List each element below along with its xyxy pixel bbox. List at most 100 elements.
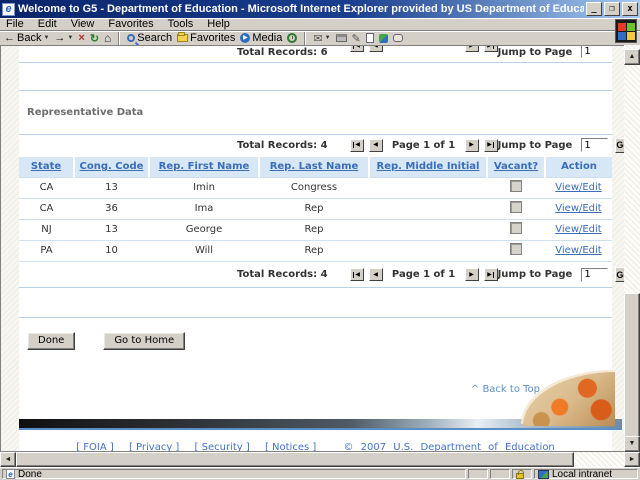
view-edit-link[interactable]: View/Edit <box>555 182 601 193</box>
notices-link[interactable]: [ Notices ] <box>265 442 316 451</box>
header-cong-code[interactable]: Cong. Code <box>73 157 149 177</box>
total-records: Total Records: 6 <box>237 47 328 58</box>
last-page-button[interactable]: ▶ <box>483 268 498 281</box>
vertical-scroll-thumb[interactable] <box>624 293 640 439</box>
mail-dropdown-icon[interactable]: ▼ <box>325 35 331 41</box>
intranet-zone-icon <box>538 469 549 479</box>
edit-button[interactable]: ✎ <box>352 32 361 45</box>
forward-dropdown-icon[interactable]: ▼ <box>67 35 73 41</box>
vacant-checkbox[interactable] <box>510 180 522 192</box>
jump-to-page-label: Jump to Page <box>497 139 573 151</box>
messenger-button[interactable] <box>378 33 388 43</box>
scroll-left-button[interactable]: ◄ <box>0 452 16 467</box>
vacant-checkbox[interactable] <box>510 201 522 213</box>
menu-tools[interactable]: Tools <box>168 18 194 30</box>
jump-to-page-input[interactable] <box>581 267 609 282</box>
pagination-middle: Total Records: 4 ◀ ◀ Page 1 of 1 ▶ ▶ Jum… <box>19 135 624 155</box>
first-page-button[interactable]: ◀ <box>349 268 364 281</box>
menu-file[interactable]: File <box>6 18 24 30</box>
print-button[interactable] <box>335 34 347 42</box>
favorites-icon <box>177 32 189 42</box>
go-button[interactable]: Go <box>615 137 624 153</box>
vacant-checkbox[interactable] <box>510 243 522 255</box>
page-content: Total Records: 6 ◀ ◀ ▶ ▶ Jump to Page Go… <box>19 46 624 451</box>
menu-edit[interactable]: Edit <box>38 18 57 30</box>
next-page-button[interactable]: ▶ <box>464 138 479 152</box>
header-vacant[interactable]: Vacant? <box>486 157 545 177</box>
cell-cong-code: 13 <box>74 176 149 199</box>
home-button[interactable]: ⌂ <box>104 31 111 45</box>
view-edit-link[interactable]: View/Edit <box>555 203 601 214</box>
menu-view[interactable]: View <box>71 18 95 30</box>
header-state[interactable]: State <box>19 157 74 177</box>
view-edit-link[interactable]: View/Edit <box>555 245 601 256</box>
table-row: CA 13 Imin Congress View/Edit <box>19 176 612 199</box>
security-link[interactable]: [ Security ] <box>195 442 250 451</box>
section-title: Representative Data <box>27 107 144 118</box>
refresh-button[interactable]: ↻ <box>90 32 99 45</box>
last-page-button[interactable]: ▶ <box>483 46 498 52</box>
stop-button[interactable]: × <box>78 32 84 44</box>
history-button[interactable] <box>287 33 298 43</box>
scroll-right-button[interactable]: ► <box>624 452 640 467</box>
menu-favorites[interactable]: Favorites <box>108 18 153 30</box>
view-edit-link[interactable]: View/Edit <box>555 224 601 235</box>
next-page-button[interactable]: ▶ <box>464 268 479 281</box>
horizontal-scroll-thumb[interactable] <box>16 452 574 467</box>
discuss-button[interactable] <box>392 34 403 42</box>
scroll-up-button[interactable]: ▲ <box>624 49 640 65</box>
favorites-label: Favorites <box>190 32 236 44</box>
menu-help[interactable]: Help <box>207 18 230 30</box>
done-button[interactable]: Done <box>27 331 76 350</box>
minimize-button[interactable]: _ <box>586 2 602 16</box>
scroll-down-button[interactable]: ▼ <box>624 436 640 452</box>
top-pagination-clipped: Total Records: 6 ◀ ◀ ▶ ▶ Jump to Page Go <box>19 46 612 58</box>
cell-last-name: Rep <box>259 240 369 262</box>
cell-cong-code: 13 <box>74 219 149 241</box>
jump-to-page-input[interactable] <box>581 138 609 152</box>
favorites-button[interactable]: Favorites <box>177 32 235 44</box>
forward-button[interactable]: → ▼ <box>54 32 73 44</box>
cell-last-name: Rep <box>259 219 369 241</box>
browser-viewport: Total Records: 6 ◀ ◀ ▶ ▶ Jump to Page Go… <box>0 45 624 452</box>
back-button[interactable]: ← Back ▼ <box>4 32 49 44</box>
edit-icon: ✎ <box>351 32 361 45</box>
last-page-button[interactable]: ▶ <box>483 138 498 152</box>
full-screen-button[interactable] <box>365 33 374 43</box>
jump-to-page-input[interactable] <box>581 46 609 58</box>
prev-page-button[interactable]: ◀ <box>368 46 383 52</box>
header-middle-initial[interactable]: Rep. Middle Initial <box>368 157 487 177</box>
go-to-home-button[interactable]: Go to Home <box>103 331 186 350</box>
first-page-button[interactable]: ◀ <box>349 138 364 152</box>
go-button[interactable]: Go <box>615 267 624 282</box>
restore-button[interactable]: ❐ <box>604 2 620 16</box>
header-action: Action <box>544 157 612 177</box>
vacant-checkbox[interactable] <box>510 222 522 234</box>
prev-page-button[interactable]: ◀ <box>368 268 383 281</box>
header-first-name[interactable]: Rep. First Name <box>148 157 259 177</box>
cell-state: CA <box>19 198 74 220</box>
prev-page-button[interactable]: ◀ <box>368 138 383 152</box>
first-page-button[interactable]: ◀ <box>349 46 364 52</box>
cell-state: CA <box>19 176 74 199</box>
mail-button[interactable]: ✉ ▼ <box>313 32 330 45</box>
zone-text: Local intranet <box>552 468 613 480</box>
menu-bar: File Edit View Favorites Tools Help <box>0 18 640 31</box>
document-icon: e <box>6 469 15 479</box>
close-button[interactable]: x <box>622 2 638 16</box>
horizontal-scrollbar[interactable]: ◄ ► <box>0 452 640 467</box>
header-last-name[interactable]: Rep. Last Name <box>258 157 369 177</box>
privacy-link[interactable]: [ Privacy ] <box>129 442 179 451</box>
foia-link[interactable]: [ FOIA ] <box>76 442 114 451</box>
media-button[interactable]: ▶ Media <box>240 32 282 44</box>
title-bar: e Welcome to G5 - Department of Educatio… <box>0 0 640 18</box>
search-button[interactable]: Search <box>127 32 172 44</box>
vertical-scrollbar[interactable]: ▲ ▼ <box>624 45 640 452</box>
next-page-button[interactable]: ▶ <box>464 46 479 52</box>
divider <box>19 90 612 91</box>
cell-middle-initial <box>369 219 487 241</box>
toolbar-separator <box>118 31 121 45</box>
back-to-top-link[interactable]: ^ Back to Top <box>471 384 540 395</box>
back-label: Back <box>17 32 42 44</box>
back-dropdown-icon[interactable]: ▼ <box>43 35 49 41</box>
